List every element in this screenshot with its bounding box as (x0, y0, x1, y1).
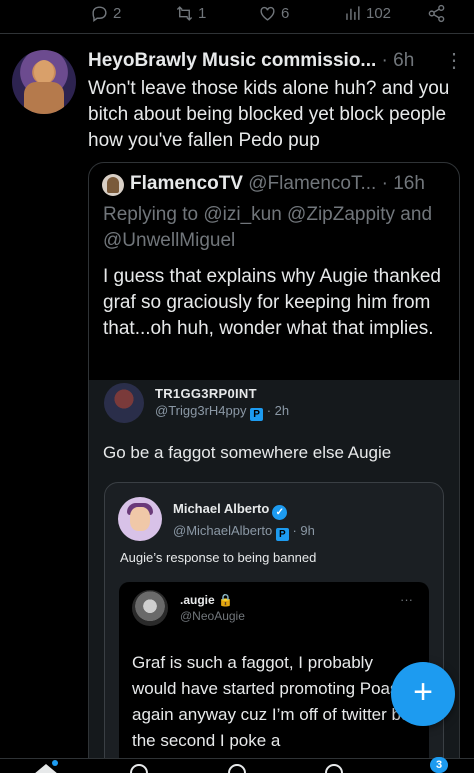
innermost-author-line: .augie 🔒 (180, 593, 233, 607)
views-count: 102 (366, 5, 392, 22)
inner-time: · 9h (292, 523, 315, 538)
inner-author-name: Michael Alberto (173, 501, 270, 516)
innermost-avatar (132, 590, 168, 626)
lock-icon: 🔒 (218, 593, 233, 607)
notifications-badge: 3 (430, 757, 448, 773)
views-button[interactable]: 102 (343, 4, 391, 23)
p-badge-icon: P (275, 528, 289, 541)
avatar-head (34, 60, 54, 84)
tweet-action-bar: 2 1 6 102 (0, 0, 474, 30)
reply-button[interactable]: 2 (90, 4, 121, 23)
repost-count: 1 (198, 5, 207, 22)
views-icon (346, 6, 360, 20)
quoted-author-name: FlamencoTV (130, 173, 243, 194)
tweet-time[interactable]: · 6h (382, 50, 415, 71)
inner-author-line: Michael Alberto ✓ (173, 501, 288, 520)
p-badge-icon: P (250, 408, 264, 421)
tweet-text: Won't leave those kids alone huh? and yo… (88, 78, 450, 151)
screenshot-author-name: TR1GG3RP0INT (155, 386, 257, 401)
inner-avatar (118, 497, 162, 541)
heart-icon (260, 6, 275, 21)
screenshot-handle: @Trigg3rH4ppy (155, 403, 247, 418)
screenshot-time: · 2h (266, 403, 290, 418)
tweet-header: HeyoBrawly Music commissio... · 6h (88, 50, 414, 72)
innermost-handle: @NeoAugie (180, 609, 245, 623)
avatar[interactable] (12, 50, 76, 114)
like-button[interactable]: 6 (258, 4, 289, 23)
quoted-text: I guess that explains why Augie thanked … (103, 266, 442, 339)
screenshot-handle-line: @Trigg3rH4ppy P · 2h (155, 403, 289, 421)
repost-button[interactable]: 1 (175, 4, 206, 23)
new-posts-dot (52, 760, 58, 766)
divider (0, 33, 474, 34)
like-count: 6 (281, 5, 290, 22)
inner-text: Augie’s response to being banned (120, 550, 317, 565)
repost-icon (176, 6, 193, 21)
innermost-more-icon: ··· (400, 592, 413, 607)
replying-to: Replying to @izi_kun @ZipZappity and @Un… (103, 204, 433, 251)
screenshot-text: Go be a faggot somewhere else Augie (103, 443, 392, 462)
share-icon (428, 4, 445, 23)
reply-count: 2 (113, 5, 122, 22)
innermost-author-name: .augie (180, 593, 215, 607)
screenshot-avatar (104, 383, 144, 423)
more-options-icon[interactable]: ⋮ (444, 48, 464, 73)
quoted-avatar (102, 174, 124, 196)
inner-handle: @MichaelAlberto (173, 523, 273, 538)
quoted-handle: @FlamencoT... (248, 173, 377, 194)
reply-icon (92, 6, 107, 23)
innermost-text: Graf is such a faggot, I probably would … (132, 653, 416, 750)
author-name[interactable]: HeyoBrawly Music commissio... (88, 50, 376, 71)
verified-icon: ✓ (272, 505, 288, 520)
compose-button[interactable]: + (391, 662, 455, 726)
quoted-header: FlamencoTV @FlamencoT... · 16h (130, 173, 425, 195)
share-button[interactable] (427, 4, 446, 23)
quoted-time: · 16h (381, 173, 425, 194)
inner-avatar-face (130, 507, 150, 531)
avatar-body (24, 82, 64, 114)
inner-handle-line: @MichaelAlberto P · 9h (173, 523, 315, 541)
